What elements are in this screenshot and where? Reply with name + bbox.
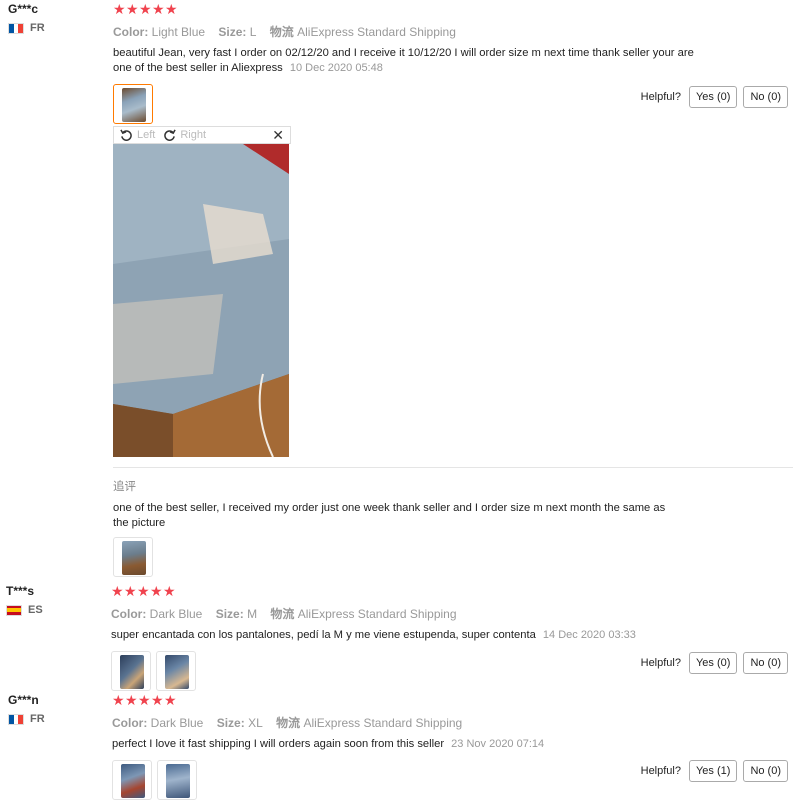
size-value: L	[249, 25, 257, 39]
shipping-value: AliExpress Standard Shipping	[297, 607, 457, 621]
star-icon: ★	[164, 692, 178, 708]
reviewer-info: G***n FR	[8, 693, 108, 725]
color-value: Light Blue	[151, 25, 206, 39]
rotate-left-button[interactable]: Left	[120, 129, 155, 142]
color-value: Dark Blue	[149, 607, 203, 621]
rotate-right-icon	[164, 129, 177, 141]
shipping-label: 物流	[276, 716, 301, 730]
helpful-vote: Helpful? Yes (1) No (0)	[641, 760, 788, 782]
size-value: XL	[248, 716, 263, 730]
country-code: FR	[30, 22, 45, 34]
reviewer-name: T***s	[6, 584, 35, 598]
order-attributes: Color: Dark Blue Size: XL 物流 AliExpress …	[112, 715, 792, 731]
star-icon: ★	[112, 692, 126, 708]
order-attributes: Color: Light Blue Size: L 物流 AliExpress …	[113, 24, 793, 40]
shipping-label: 物流	[270, 607, 295, 621]
size-label: Size:	[215, 607, 244, 621]
star-icon: ★	[138, 692, 152, 708]
helpful-label: Helpful?	[640, 657, 681, 669]
star-icon: ★	[163, 583, 177, 599]
review-photo-thumb[interactable]	[112, 760, 152, 800]
star-icon: ★	[139, 1, 153, 17]
star-rating: ★ ★ ★ ★ ★	[113, 2, 793, 16]
rotate-left-label: Left	[137, 129, 156, 141]
helpful-yes-button[interactable]: Yes (0)	[688, 86, 738, 108]
reviewer-name: G***n	[8, 693, 39, 707]
country-code: FR	[30, 713, 45, 725]
followup-label: 追评	[113, 481, 136, 493]
rotate-right-button[interactable]: Right	[163, 129, 206, 142]
photo-viewer: Left Right ✕	[113, 126, 291, 457]
star-icon: ★	[113, 1, 127, 17]
order-attributes: Color: Dark Blue Size: M 物流 AliExpress S…	[111, 606, 791, 622]
reviewer-country: FR	[8, 713, 108, 725]
star-icon: ★	[137, 583, 151, 599]
helpful-vote: Helpful? Yes (0) No (0)	[641, 86, 788, 108]
reviewer-country: FR	[8, 22, 108, 34]
rotate-right-label: Right	[180, 129, 207, 141]
review-photo-thumb[interactable]	[156, 651, 196, 691]
shipping-value: AliExpress Standard Shipping	[297, 25, 456, 39]
flag-fr-icon	[8, 22, 24, 34]
followup-photo-thumb[interactable]	[113, 537, 153, 577]
review-content: ★ ★ ★ ★ ★ Color: Dark Blue Size: XL 物流 AliEx…	[112, 693, 792, 800]
viewer-toolbar: Left Right ✕	[113, 126, 291, 144]
size-label: Size:	[218, 25, 247, 39]
review-date: 14 Dec 2020 03:33	[542, 629, 636, 641]
followup-photos	[113, 537, 153, 577]
color-label: Color:	[111, 607, 147, 621]
review-photo-large	[113, 144, 289, 457]
reviewer-name: G***c	[8, 2, 39, 16]
helpful-yes-button[interactable]: Yes (1)	[688, 760, 738, 782]
star-rating: ★ ★ ★ ★ ★	[112, 693, 792, 707]
review-body: beautiful Jean, very fast I order on 02/…	[113, 47, 694, 74]
flag-es-icon	[6, 604, 22, 616]
helpful-no-button[interactable]: No (0)	[743, 652, 788, 674]
rotate-left-icon	[120, 129, 132, 141]
star-icon: ★	[111, 583, 125, 599]
review-photo-thumb[interactable]	[111, 651, 151, 691]
helpful-yes-button[interactable]: Yes (0)	[688, 652, 738, 674]
color-label: Color:	[112, 716, 148, 730]
helpful-vote: Helpful? Yes (0) No (0)	[641, 652, 788, 674]
star-icon: ★	[124, 583, 138, 599]
followup-divider	[113, 467, 793, 468]
close-icon[interactable]: ✕	[272, 128, 284, 142]
shipping-value: AliExpress Standard Shipping	[303, 716, 463, 730]
review-body: super encantada con los pantalones, pedí…	[111, 629, 536, 641]
color-value: Dark Blue	[150, 716, 204, 730]
reviewer-info: T***s ES	[6, 584, 106, 616]
flag-fr-icon	[8, 713, 24, 725]
review-text: super encantada con los pantalones, pedí…	[111, 628, 711, 643]
review-photo-thumb[interactable]	[157, 760, 197, 800]
star-icon: ★	[150, 583, 164, 599]
country-code: ES	[28, 604, 43, 616]
helpful-no-button[interactable]: No (0)	[743, 86, 788, 108]
size-value: M	[247, 607, 258, 621]
star-rating: ★ ★ ★ ★ ★	[111, 584, 791, 598]
color-label: Color:	[113, 25, 149, 39]
review-date: 10 Dec 2020 05:48	[289, 62, 383, 74]
review-content: ★ ★ ★ ★ ★ Color: Dark Blue Size: M 物流 AliExp…	[111, 584, 791, 691]
helpful-label: Helpful?	[640, 765, 681, 777]
star-icon: ★	[126, 1, 140, 17]
star-icon: ★	[125, 692, 139, 708]
review-text: perfect I love it fast shipping I will o…	[112, 737, 712, 752]
review-body: perfect I love it fast shipping I will o…	[112, 738, 445, 750]
size-label: Size:	[216, 716, 245, 730]
reviewer-country: ES	[6, 604, 106, 616]
jeans-photo	[113, 144, 289, 457]
star-icon: ★	[151, 692, 165, 708]
followup-text: one of the best seller, I received my or…	[113, 502, 666, 529]
review-date: 23 Nov 2020 07:14	[451, 738, 545, 750]
helpful-label: Helpful?	[640, 91, 681, 103]
star-icon: ★	[152, 1, 166, 17]
reviewer-info: G***c FR	[8, 2, 108, 34]
star-icon: ★	[165, 1, 179, 17]
helpful-no-button[interactable]: No (0)	[743, 760, 788, 782]
review-text: beautiful Jean, very fast I order on 02/…	[113, 46, 713, 76]
review-photo-thumb[interactable]	[113, 84, 153, 124]
shipping-label: 物流	[269, 25, 294, 39]
